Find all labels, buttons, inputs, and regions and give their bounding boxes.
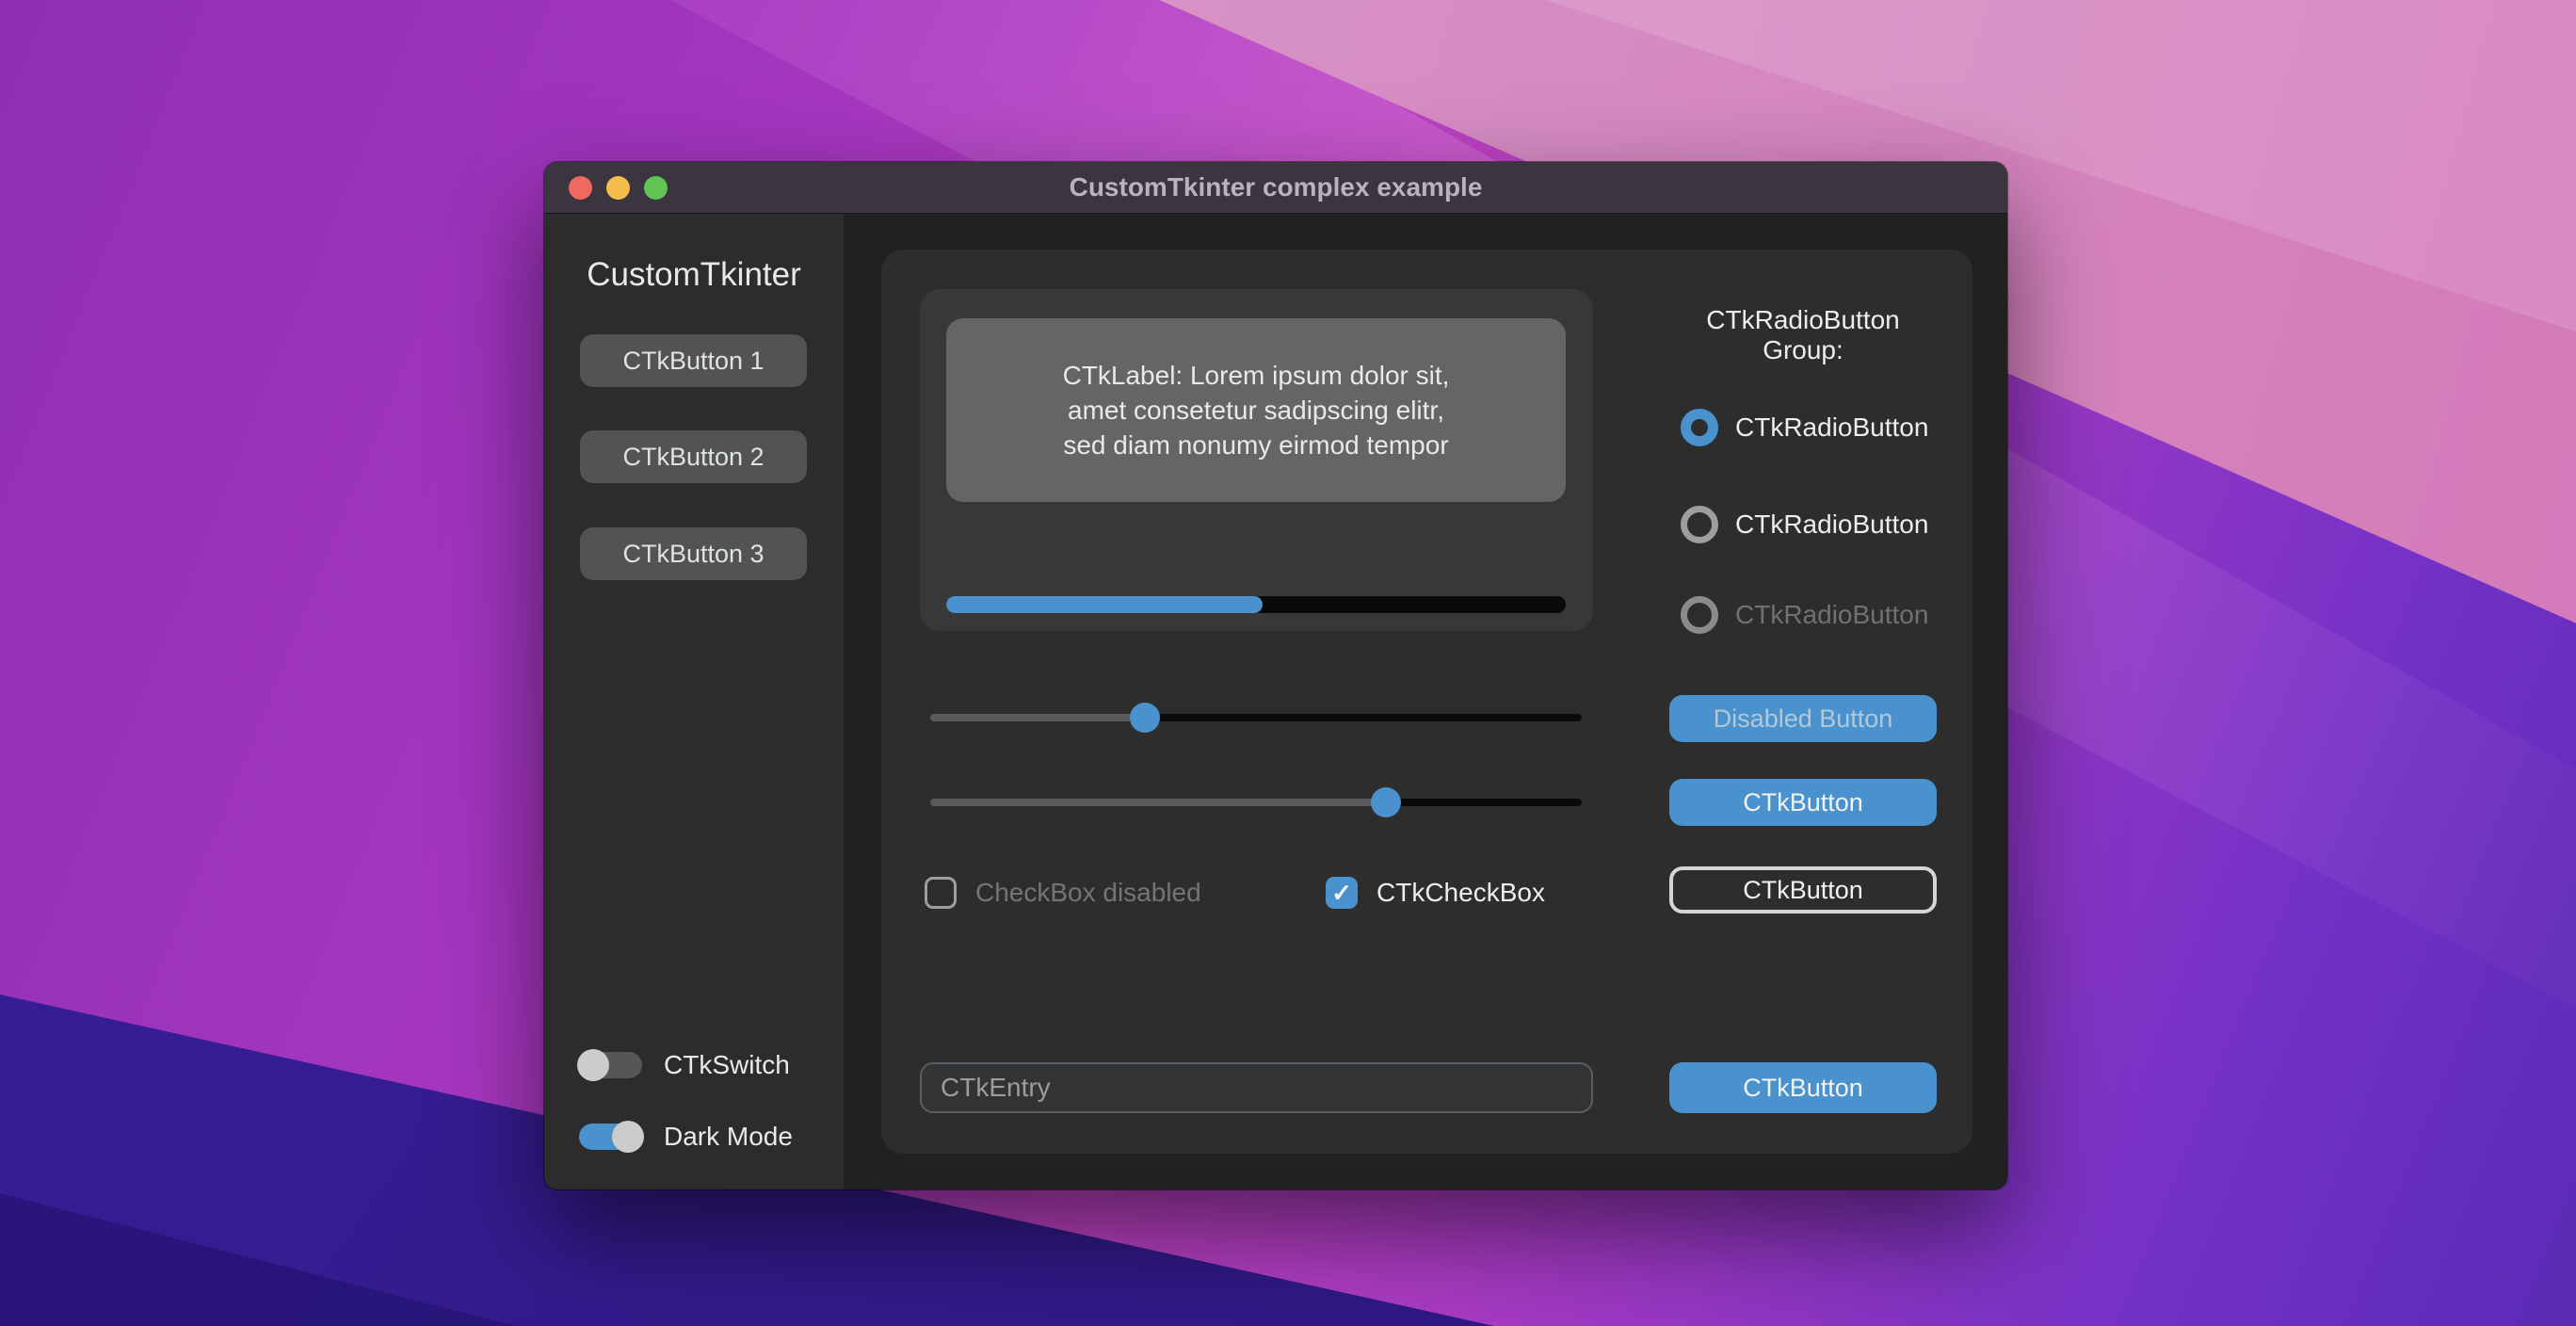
radio-button[interactable] (1681, 409, 1718, 446)
checkbox[interactable]: ✓ (1326, 877, 1358, 909)
radio-row: CTkRadioButton (1681, 409, 1928, 446)
radio-label: CTkRadioButton (1735, 600, 1928, 630)
checkbox-row: ✓ CTkCheckBox (1326, 869, 1545, 916)
switch[interactable] (579, 1124, 642, 1150)
sidebar-button-3[interactable]: CTkButton 3 (580, 527, 807, 580)
slider-knob[interactable] (1371, 787, 1401, 817)
checkbox-row: ✓ CheckBox disabled (925, 869, 1201, 916)
switch-knob[interactable] (612, 1121, 644, 1153)
desktop-wallpaper: CustomTkinter complex example CustomTkin… (0, 0, 2576, 1326)
radio-button-disabled (1681, 596, 1718, 634)
radio-row: CTkRadioButton (1681, 596, 1928, 634)
ctk-button[interactable]: CTkButton (1669, 779, 1937, 826)
app-window: CustomTkinter complex example CustomTkin… (544, 162, 2007, 1189)
sidebar-button-2[interactable]: CTkButton 2 (580, 430, 807, 483)
radio-group-label: CTkRadioButton Group: (1669, 305, 1937, 365)
progress-bar (946, 596, 1566, 613)
slider-track[interactable] (930, 714, 1582, 721)
ctk-button-outline[interactable]: CTkButton (1669, 866, 1937, 914)
slider-knob[interactable] (1130, 703, 1160, 733)
slider-track[interactable] (930, 799, 1582, 806)
traffic-lights (569, 162, 668, 214)
radio-label: CTkRadioButton (1735, 412, 1928, 443)
checkmark-icon: ✓ (1331, 881, 1352, 905)
sidebar: CustomTkinter CTkButton 1 CTkButton 2 CT… (544, 214, 844, 1189)
zoom-button[interactable] (644, 176, 668, 200)
switch[interactable] (579, 1052, 642, 1078)
radio-row: CTkRadioButton (1681, 506, 1928, 543)
ctk-button[interactable]: CTkButton (1669, 1062, 1937, 1113)
radio-label: CTkRadioButton (1735, 509, 1928, 540)
slider[interactable] (930, 787, 1582, 817)
sidebar-title: CustomTkinter (544, 256, 844, 294)
radio-button[interactable] (1681, 506, 1718, 543)
progress-fill (946, 596, 1263, 613)
main-frame: CTkLabel: Lorem ipsum dolor sit, amet co… (881, 250, 1972, 1154)
dark-mode-switch-label: Dark Mode (664, 1121, 793, 1153)
checkbox-label: CTkCheckBox (1377, 878, 1545, 908)
close-button[interactable] (569, 176, 592, 200)
slider[interactable] (930, 703, 1582, 733)
switch-label: CTkSwitch (664, 1049, 790, 1081)
window-body: CustomTkinter CTkButton 1 CTkButton 2 CT… (544, 214, 2007, 1189)
entry-input[interactable] (920, 1062, 1593, 1113)
disabled-button: Disabled Button (1669, 695, 1937, 742)
window-title: CustomTkinter complex example (1070, 172, 1483, 202)
ctk-label: CTkLabel: Lorem ipsum dolor sit, amet co… (946, 318, 1566, 502)
inner-frame: CTkLabel: Lorem ipsum dolor sit, amet co… (920, 289, 1593, 631)
switch-knob[interactable] (577, 1049, 609, 1081)
checkbox-disabled: ✓ (925, 877, 957, 909)
titlebar: CustomTkinter complex example (544, 162, 2007, 214)
checkbox-label: CheckBox disabled (975, 878, 1201, 908)
sidebar-button-1[interactable]: CTkButton 1 (580, 334, 807, 387)
minimize-button[interactable] (606, 176, 630, 200)
